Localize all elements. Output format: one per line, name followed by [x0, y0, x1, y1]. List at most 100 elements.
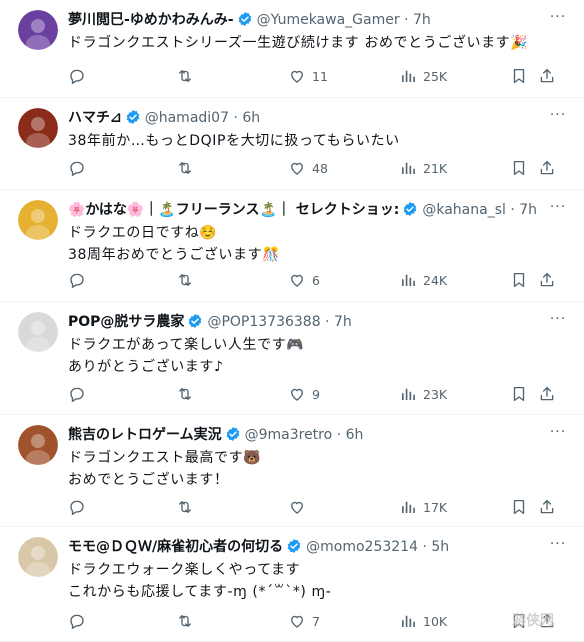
reply-button[interactable] [68, 158, 92, 178]
bookmark-button[interactable] [510, 497, 528, 517]
like-button[interactable]: 48 [288, 158, 328, 178]
timestamp[interactable]: 7h [519, 202, 537, 218]
repost-button[interactable] [176, 497, 200, 517]
bookmark-button[interactable] [510, 384, 528, 404]
timestamp[interactable]: 7h [413, 12, 431, 28]
bookmark-button[interactable] [510, 66, 528, 86]
reply-button[interactable] [68, 611, 92, 631]
more-options-icon[interactable]: ··· [548, 200, 568, 220]
like-count: 9 [312, 386, 320, 402]
share-icon [538, 159, 556, 177]
more-options-icon[interactable]: ··· [548, 537, 568, 557]
share-button[interactable] [538, 158, 556, 178]
tweet-actions: 7 10K [68, 611, 568, 631]
views-button[interactable]: 25K [399, 66, 447, 86]
bookmark-button[interactable] [510, 158, 528, 178]
display-name[interactable]: 熊吉のレトロゲーム実況 [68, 427, 222, 443]
tweet[interactable]: 夢川閲巳-ゆめかわみんみ- @Yumekawa_Gamer · 7h ··· ドラ… [0, 0, 584, 98]
avatar[interactable] [18, 537, 58, 577]
tweet[interactable]: POP@脱サラ農家 @POP13736388 · 7h ··· ドラクエがあって楽… [0, 302, 584, 415]
heart-icon [288, 271, 306, 289]
reply-button[interactable] [68, 497, 92, 517]
timestamp[interactable]: 7h [334, 314, 352, 330]
separator-dot: · [336, 427, 342, 443]
avatar[interactable] [18, 200, 58, 240]
user-handle[interactable]: @momo253214 [306, 539, 418, 555]
verified-badge-icon [187, 313, 203, 329]
verified-badge-icon [237, 11, 253, 27]
avatar[interactable] [18, 108, 58, 148]
display-name[interactable]: POP@脱サラ農家 [68, 314, 184, 330]
tweet[interactable]: モモ@ＤＱＷ/麻雀初心者の何切る @momo253214 · 5h ··· ドラク… [0, 527, 584, 642]
view-count: 17K [423, 499, 448, 515]
more-options-icon[interactable]: ··· [548, 425, 568, 445]
repost-button[interactable] [176, 158, 200, 178]
more-options-icon[interactable]: ··· [548, 10, 568, 30]
views-button[interactable]: 10K [399, 611, 447, 631]
bookmark-icon [510, 159, 528, 177]
more-options-icon[interactable]: ··· [548, 108, 568, 128]
repost-button[interactable] [176, 66, 200, 86]
views-button[interactable]: 21K [399, 158, 447, 178]
display-name[interactable]: ハマチ⊿ [68, 110, 122, 126]
tweet-actions: 9 23K [68, 384, 568, 404]
reply-button[interactable] [68, 270, 92, 290]
bar-chart-icon [399, 67, 417, 85]
share-button[interactable] [538, 497, 556, 517]
tweet-actions: 6 24K [68, 270, 568, 290]
like-button[interactable]: 6 [288, 270, 320, 290]
tweet-text-line: これからも応援してます-ɱ (*´꒳`*) ɱ- [68, 584, 332, 600]
user-handle[interactable]: @Yumekawa_Gamer [257, 12, 400, 28]
avatar[interactable] [18, 10, 58, 50]
tweet-actions: 11 25K [68, 66, 568, 86]
share-button[interactable] [538, 384, 556, 404]
user-handle[interactable]: @POP13736388 [207, 314, 320, 330]
tweet[interactable]: 熊吉のレトロゲーム実況 @9ma3retro · 6h ··· ドラゴンクエスト最… [0, 415, 584, 527]
more-options-icon[interactable]: ··· [548, 312, 568, 332]
timestamp[interactable]: 6h [242, 110, 260, 126]
user-handle[interactable]: @kahana_sl [422, 202, 506, 218]
share-button[interactable] [538, 66, 556, 86]
views-button[interactable]: 23K [399, 384, 447, 404]
like-button[interactable]: 11 [288, 66, 328, 86]
like-button[interactable] [288, 497, 312, 517]
avatar[interactable] [18, 312, 58, 352]
bookmark-icon [510, 67, 528, 85]
reply-icon [68, 498, 86, 516]
like-count: 7 [312, 613, 320, 629]
views-button[interactable]: 17K [399, 497, 447, 517]
tweet-text: ドラクエの日ですね☺️ 38周年おめでとうございます🎊 [68, 222, 568, 266]
like-button[interactable]: 9 [288, 384, 320, 404]
share-button[interactable] [538, 270, 556, 290]
display-name[interactable]: 🌸かはな🌸｜🏝️フリーランス🏝️｜ セレクトショッ: [68, 202, 399, 218]
timestamp[interactable]: 6h [346, 427, 364, 443]
tweet-header: ハマチ⊿ @hamadi07 · 6h [68, 108, 550, 128]
bar-chart-icon [399, 385, 417, 403]
like-button[interactable]: 7 [288, 611, 320, 631]
bookmark-button[interactable] [510, 270, 528, 290]
user-handle[interactable]: @hamadi07 [145, 110, 229, 126]
tweet-header: 夢川閲巳-ゆめかわみんみ- @Yumekawa_Gamer · 7h [68, 10, 550, 30]
reply-button[interactable] [68, 66, 92, 86]
views-button[interactable]: 24K [399, 270, 447, 290]
bookmark-icon [510, 271, 528, 289]
tweet-text-line: おめでとうございます！ [68, 472, 229, 488]
tweet[interactable]: ハマチ⊿ @hamadi07 · 6h ··· 38年前か…もっとDQIPを大切に… [0, 98, 584, 190]
tweet-header: 熊吉のレトロゲーム実況 @9ma3retro · 6h [68, 425, 550, 445]
display-name[interactable]: モモ@ＤＱＷ/麻雀初心者の何切る [68, 539, 283, 555]
repost-button[interactable] [176, 611, 200, 631]
separator-dot: · [325, 314, 330, 330]
verified-badge-icon [125, 109, 141, 125]
repost-button[interactable] [176, 270, 200, 290]
like-count: 48 [312, 160, 328, 176]
reply-button[interactable] [68, 384, 92, 404]
display-name[interactable]: 夢川閲巳-ゆめかわみんみ- [68, 12, 234, 28]
repost-button[interactable] [176, 384, 200, 404]
avatar[interactable] [18, 425, 58, 465]
timestamp[interactable]: 5h [431, 539, 449, 555]
tweet[interactable]: 🌸かはな🌸｜🏝️フリーランス🏝️｜ セレクトショッ: @kahana_sl · 7… [0, 190, 584, 302]
tweet-header: 🌸かはな🌸｜🏝️フリーランス🏝️｜ セレクトショッ: @kahana_sl · 7… [68, 200, 550, 220]
like-count: 6 [312, 272, 320, 288]
user-handle[interactable]: @9ma3retro [245, 427, 333, 443]
reply-icon [68, 159, 86, 177]
